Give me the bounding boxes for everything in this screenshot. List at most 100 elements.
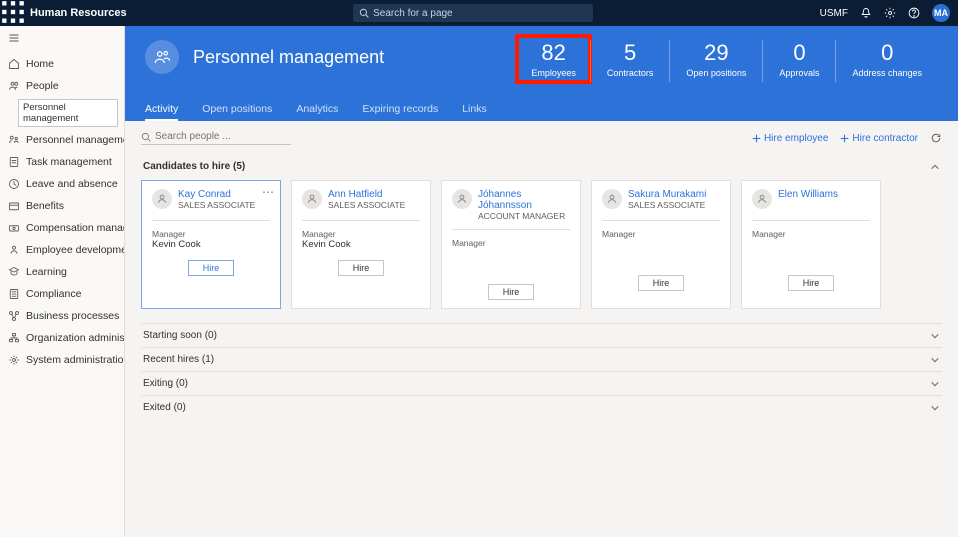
page-title: Personnel management xyxy=(193,47,384,68)
chevron-down-icon xyxy=(930,379,940,389)
stat-contractors[interactable]: 5Contractors xyxy=(590,40,670,82)
sidebar-item-dev[interactable]: Employee development xyxy=(0,239,124,261)
stat-value: 0 xyxy=(852,40,922,66)
hire-button[interactable]: Hire xyxy=(488,284,535,300)
help-icon[interactable] xyxy=(908,7,920,19)
sidebar-item-proc[interactable]: Business processes xyxy=(0,305,124,327)
person-avatar-icon xyxy=(452,189,472,209)
leave-icon xyxy=(8,178,20,190)
sidebar-item-benefits[interactable]: Benefits xyxy=(0,195,124,217)
manager-label: Manager xyxy=(602,229,720,239)
compliance-icon xyxy=(8,288,20,300)
candidate-card[interactable]: Elen Williams Manager Hire xyxy=(741,180,881,309)
personnel-icon xyxy=(8,134,20,146)
person-avatar-icon xyxy=(302,189,322,209)
stats-row: 82Employees5Contractors29Open positions0… xyxy=(517,40,938,82)
sidebar-item-sys[interactable]: System administration xyxy=(0,349,124,371)
stat-value: 82 xyxy=(531,40,576,66)
plus-icon xyxy=(840,134,849,143)
task-icon xyxy=(8,156,20,168)
sidebar-item-task[interactable]: Task management xyxy=(0,151,124,173)
chevron-down-icon xyxy=(930,331,940,341)
environment-label: USMF xyxy=(820,8,848,19)
sidebar-item-label: Benefits xyxy=(26,200,64,212)
tab-activity[interactable]: Activity xyxy=(145,103,178,121)
people-icon xyxy=(8,80,20,92)
global-search[interactable]: Search for a page xyxy=(353,4,593,22)
stat-label: Open positions xyxy=(686,68,746,78)
candidate-cards: ⋯ Kay Conrad SALES ASSOCIATE ManagerKevi… xyxy=(141,180,942,309)
stat-approvals[interactable]: 0Approvals xyxy=(762,40,835,82)
sidebar-item-compliance[interactable]: Compliance xyxy=(0,283,124,305)
home-icon xyxy=(8,58,20,70)
tab-analytics[interactable]: Analytics xyxy=(296,103,338,121)
sidebar-item-leave[interactable]: Leave and absence xyxy=(0,173,124,195)
hire-button[interactable]: Hire xyxy=(638,275,685,291)
sidebar-item-label: Home xyxy=(26,58,54,70)
candidate-card[interactable]: ⋯ Kay Conrad SALES ASSOCIATE ManagerKevi… xyxy=(141,180,281,309)
sidebar-item-label: Compensation management xyxy=(26,222,125,234)
people-search[interactable]: Search people ... xyxy=(141,131,291,145)
candidate-card[interactable]: Jóhannes Jóhannsson ACCOUNT MANAGER Mana… xyxy=(441,180,581,309)
bell-icon[interactable] xyxy=(860,7,872,19)
section-header[interactable]: Recent hires (1) xyxy=(141,348,942,371)
stat-employees[interactable]: 82Employees xyxy=(517,36,590,82)
refresh-icon[interactable] xyxy=(930,132,942,144)
sidebar-item-comp[interactable]: Compensation management xyxy=(0,217,124,239)
manager-label: Manager xyxy=(452,238,570,248)
search-icon xyxy=(359,8,369,18)
tabs: Activity Open positions Analytics Expiring … xyxy=(125,103,958,121)
stat-open-positions[interactable]: 29 Open positions xyxy=(669,40,762,82)
breadcrumb-chip[interactable]: Personnel management xyxy=(18,99,118,127)
hire-employee-link[interactable]: Hire employee xyxy=(752,133,828,144)
comp-icon xyxy=(8,222,20,234)
stat-label: Contractors xyxy=(607,68,654,78)
hire-button[interactable]: Hire xyxy=(788,275,835,291)
sidebar-item-people[interactable]: People xyxy=(0,75,124,97)
tab-links[interactable]: Links xyxy=(462,103,487,121)
hire-contractor-link[interactable]: Hire contractor xyxy=(840,133,918,144)
candidate-name[interactable]: Sakura Murakami xyxy=(628,189,706,200)
hire-button[interactable]: Hire xyxy=(188,260,235,276)
section-header[interactable]: Exited (0) xyxy=(141,396,942,419)
candidate-name[interactable]: Elen Williams xyxy=(778,189,838,200)
gear-icon[interactable] xyxy=(884,7,896,19)
candidate-card[interactable]: Ann Hatfield SALES ASSOCIATE ManagerKevi… xyxy=(291,180,431,309)
sidebar-item-label: Organization administration xyxy=(26,332,125,344)
candidates-section-header[interactable]: Candidates to hire (5) xyxy=(141,155,942,178)
dev-icon xyxy=(8,244,20,256)
person-avatar-icon xyxy=(752,189,772,209)
card-more-icon[interactable]: ⋯ xyxy=(262,185,274,199)
candidate-name[interactable]: Jóhannes Jóhannsson xyxy=(478,189,570,211)
manager-name: Kevin Cook xyxy=(152,239,270,250)
sidebar-item-label: Business processes xyxy=(26,310,119,322)
sidebar-item-org[interactable]: Organization administration xyxy=(0,327,124,349)
manager-label: Manager xyxy=(152,229,270,239)
content: Search people ... Hire employee Hire con… xyxy=(125,121,958,537)
hire-button[interactable]: Hire xyxy=(338,260,385,276)
stat-value: 29 xyxy=(686,40,746,66)
sidebar-item-label: People xyxy=(26,80,59,92)
user-avatar[interactable]: MA xyxy=(932,4,950,22)
tab-expiring-records[interactable]: Expiring records xyxy=(362,103,438,121)
manager-label: Manager xyxy=(752,229,870,239)
sidebar-item-label: Task management xyxy=(26,156,112,168)
tab-open-positions[interactable]: Open positions xyxy=(202,103,272,121)
stat-address-changes[interactable]: 0Address changes xyxy=(835,40,938,82)
sidebar-item-learn[interactable]: Learning xyxy=(0,261,124,283)
stat-label: Approvals xyxy=(779,68,819,78)
sidebar-collapse-icon[interactable] xyxy=(0,26,124,53)
sidebar-item-personnel[interactable]: Personnel management xyxy=(0,129,124,151)
app-launcher-icon[interactable] xyxy=(0,0,26,28)
candidate-name[interactable]: Ann Hatfield xyxy=(328,189,405,200)
section-header[interactable]: Exiting (0) xyxy=(141,372,942,395)
manager-label: Manager xyxy=(302,229,420,239)
plus-icon xyxy=(752,134,761,143)
app-title: Human Resources xyxy=(26,7,127,19)
people-search-placeholder: Search people ... xyxy=(155,131,231,142)
sidebar-item-home[interactable]: Home xyxy=(0,53,124,75)
candidate-name[interactable]: Kay Conrad xyxy=(178,189,255,200)
section-header[interactable]: Starting soon (0) xyxy=(141,324,942,347)
learn-icon xyxy=(8,266,20,278)
candidate-card[interactable]: Sakura Murakami SALES ASSOCIATE Manager … xyxy=(591,180,731,309)
